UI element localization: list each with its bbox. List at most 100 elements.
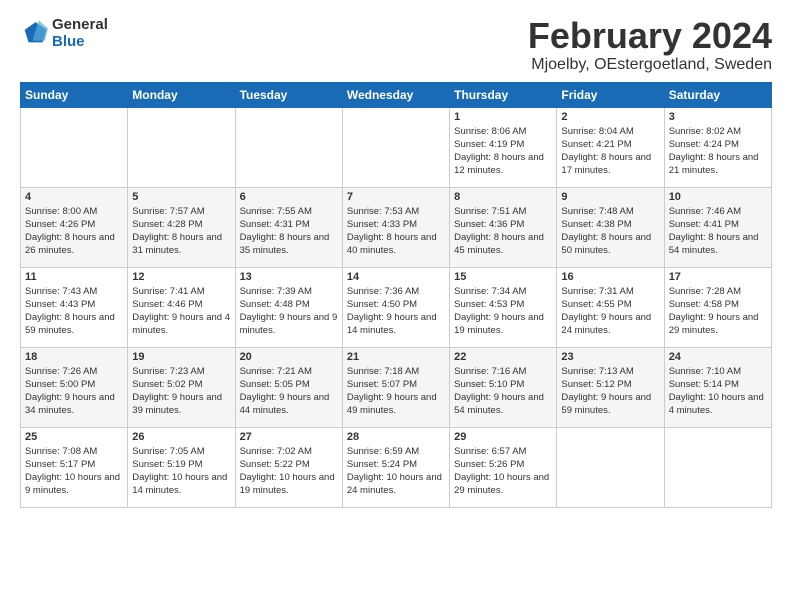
day-info: Sunrise: 8:00 AM Sunset: 4:26 PM Dayligh… xyxy=(25,205,123,258)
day-number: 23 xyxy=(561,351,659,363)
day-number: 2 xyxy=(561,111,659,123)
calendar-table: Sunday Monday Tuesday Wednesday Thursday… xyxy=(20,82,772,508)
day-info: Sunrise: 6:57 AM Sunset: 5:26 PM Dayligh… xyxy=(454,445,552,498)
cell-w4-d2: 20 Sunrise: 7:21 AM Sunset: 5:05 PM Dayli… xyxy=(235,347,342,427)
day-number: 14 xyxy=(347,271,445,283)
day-number: 9 xyxy=(561,191,659,203)
day-number: 11 xyxy=(25,271,123,283)
cell-w2-d3: 7Sunrise: 7:53 AM Sunset: 4:33 PM Daylig… xyxy=(342,187,449,267)
cell-w5-d0: 25 Sunrise: 7:08 AM Sunset: 5:17 PM Dayli… xyxy=(21,427,128,507)
day-number: 16 xyxy=(561,271,659,283)
cell-w4-d4: 22 Sunrise: 7:16 AM Sunset: 5:10 PM Dayli… xyxy=(450,347,557,427)
cell-w2-d1: 5 Sunrise: 7:57 AM Sunset: 4:28 PM Daylig… xyxy=(128,187,235,267)
day-info: Sunrise: 7:28 AM Sunset: 4:58 PM Dayligh… xyxy=(669,285,767,338)
cell-w1-d4: 1 Sunrise: 8:06 AM Sunset: 4:19 PM Daylig… xyxy=(450,107,557,187)
day-number: 15 xyxy=(454,271,552,283)
day-number: 24 xyxy=(669,351,767,363)
header-sunday: Sunday xyxy=(21,82,128,107)
cell-w5-d4: 29 Sunrise: 6:57 AM Sunset: 5:26 PM Dayli… xyxy=(450,427,557,507)
month-title: February 2024 xyxy=(528,16,772,56)
day-number: 4 xyxy=(25,191,123,203)
logo-blue: Blue xyxy=(52,33,108,50)
cell-w4-d5: 23 Sunrise: 7:13 AM Sunset: 5:12 PM Dayli… xyxy=(557,347,664,427)
cell-w1-d6: 3Sunrise: 8:02 AM Sunset: 4:24 PM Daylig… xyxy=(664,107,771,187)
day-info: Sunrise: 7:18 AM Sunset: 5:07 PM Dayligh… xyxy=(347,365,445,418)
day-info: Sunrise: 7:41 AM Sunset: 4:46 PM Dayligh… xyxy=(132,285,230,338)
day-info: Sunrise: 6:59 AM Sunset: 5:24 PM Dayligh… xyxy=(347,445,445,498)
week-row-5: 25 Sunrise: 7:08 AM Sunset: 5:17 PM Dayli… xyxy=(21,427,772,507)
header-thursday: Thursday xyxy=(450,82,557,107)
day-number: 25 xyxy=(25,431,123,443)
day-number: 21 xyxy=(347,351,445,363)
day-info: Sunrise: 7:43 AM Sunset: 4:43 PM Dayligh… xyxy=(25,285,123,338)
week-row-3: 11 Sunrise: 7:43 AM Sunset: 4:43 PM Dayli… xyxy=(21,267,772,347)
header-saturday: Saturday xyxy=(664,82,771,107)
day-number: 28 xyxy=(347,431,445,443)
logo-icon xyxy=(20,19,48,47)
day-number: 8 xyxy=(454,191,552,203)
cell-w3-d1: 12 Sunrise: 7:41 AM Sunset: 4:46 PM Dayli… xyxy=(128,267,235,347)
day-number: 5 xyxy=(132,191,230,203)
day-info: Sunrise: 8:04 AM Sunset: 4:21 PM Dayligh… xyxy=(561,125,659,178)
day-number: 17 xyxy=(669,271,767,283)
day-info: Sunrise: 7:08 AM Sunset: 5:17 PM Dayligh… xyxy=(25,445,123,498)
header-section: General Blue February 2024 Mjoelby, OEst… xyxy=(20,16,772,74)
logo-text: General Blue xyxy=(52,16,108,50)
day-number: 19 xyxy=(132,351,230,363)
cell-w4-d0: 18 Sunrise: 7:26 AM Sunset: 5:00 PM Dayli… xyxy=(21,347,128,427)
day-number: 29 xyxy=(454,431,552,443)
day-number: 6 xyxy=(240,191,338,203)
logo: General Blue xyxy=(20,16,108,50)
day-number: 18 xyxy=(25,351,123,363)
day-number: 13 xyxy=(240,271,338,283)
day-number: 22 xyxy=(454,351,552,363)
cell-w5-d6 xyxy=(664,427,771,507)
day-number: 1 xyxy=(454,111,552,123)
day-info: Sunrise: 7:57 AM Sunset: 4:28 PM Dayligh… xyxy=(132,205,230,258)
day-info: Sunrise: 7:10 AM Sunset: 5:14 PM Dayligh… xyxy=(669,365,767,418)
cell-w1-d0 xyxy=(21,107,128,187)
cell-w3-d4: 15 Sunrise: 7:34 AM Sunset: 4:53 PM Dayli… xyxy=(450,267,557,347)
cell-w5-d1: 26 Sunrise: 7:05 AM Sunset: 5:19 PM Dayli… xyxy=(128,427,235,507)
cell-w3-d5: 16Sunrise: 7:31 AM Sunset: 4:55 PM Dayli… xyxy=(557,267,664,347)
week-row-2: 4 Sunrise: 8:00 AM Sunset: 4:26 PM Daylig… xyxy=(21,187,772,267)
cell-w2-d6: 10Sunrise: 7:46 AM Sunset: 4:41 PM Dayli… xyxy=(664,187,771,267)
header-friday: Friday xyxy=(557,82,664,107)
day-info: Sunrise: 7:26 AM Sunset: 5:00 PM Dayligh… xyxy=(25,365,123,418)
cell-w3-d6: 17 Sunrise: 7:28 AM Sunset: 4:58 PM Dayli… xyxy=(664,267,771,347)
cell-w5-d2: 27Sunrise: 7:02 AM Sunset: 5:22 PM Dayli… xyxy=(235,427,342,507)
cell-w2-d0: 4 Sunrise: 8:00 AM Sunset: 4:26 PM Daylig… xyxy=(21,187,128,267)
cell-w5-d3: 28 Sunrise: 6:59 AM Sunset: 5:24 PM Dayli… xyxy=(342,427,449,507)
day-info: Sunrise: 7:51 AM Sunset: 4:36 PM Dayligh… xyxy=(454,205,552,258)
day-info: Sunrise: 8:06 AM Sunset: 4:19 PM Dayligh… xyxy=(454,125,552,178)
day-info: Sunrise: 7:36 AM Sunset: 4:50 PM Dayligh… xyxy=(347,285,445,338)
day-info: Sunrise: 7:34 AM Sunset: 4:53 PM Dayligh… xyxy=(454,285,552,338)
day-number: 20 xyxy=(240,351,338,363)
cell-w3-d2: 13 Sunrise: 7:39 AM Sunset: 4:48 PM Dayli… xyxy=(235,267,342,347)
week-row-4: 18 Sunrise: 7:26 AM Sunset: 5:00 PM Dayli… xyxy=(21,347,772,427)
week-row-1: 1 Sunrise: 8:06 AM Sunset: 4:19 PM Daylig… xyxy=(21,107,772,187)
day-number: 12 xyxy=(132,271,230,283)
logo-general: General xyxy=(52,16,108,33)
cell-w1-d5: 2 Sunrise: 8:04 AM Sunset: 4:21 PM Daylig… xyxy=(557,107,664,187)
day-info: Sunrise: 7:53 AM Sunset: 4:33 PM Dayligh… xyxy=(347,205,445,258)
day-info: Sunrise: 8:02 AM Sunset: 4:24 PM Dayligh… xyxy=(669,125,767,178)
day-info: Sunrise: 7:39 AM Sunset: 4:48 PM Dayligh… xyxy=(240,285,338,338)
page: General Blue February 2024 Mjoelby, OEst… xyxy=(0,0,792,518)
header-tuesday: Tuesday xyxy=(235,82,342,107)
day-number: 26 xyxy=(132,431,230,443)
header-wednesday: Wednesday xyxy=(342,82,449,107)
day-number: 27 xyxy=(240,431,338,443)
day-info: Sunrise: 7:16 AM Sunset: 5:10 PM Dayligh… xyxy=(454,365,552,418)
day-info: Sunrise: 7:21 AM Sunset: 5:05 PM Dayligh… xyxy=(240,365,338,418)
day-info: Sunrise: 7:55 AM Sunset: 4:31 PM Dayligh… xyxy=(240,205,338,258)
location-title: Mjoelby, OEstergoetland, Sweden xyxy=(528,56,772,74)
cell-w2-d2: 6 Sunrise: 7:55 AM Sunset: 4:31 PM Daylig… xyxy=(235,187,342,267)
day-info: Sunrise: 7:23 AM Sunset: 5:02 PM Dayligh… xyxy=(132,365,230,418)
cell-w3-d0: 11 Sunrise: 7:43 AM Sunset: 4:43 PM Dayli… xyxy=(21,267,128,347)
title-section: February 2024 Mjoelby, OEstergoetland, S… xyxy=(528,16,772,74)
day-info: Sunrise: 7:05 AM Sunset: 5:19 PM Dayligh… xyxy=(132,445,230,498)
day-info: Sunrise: 7:46 AM Sunset: 4:41 PM Dayligh… xyxy=(669,205,767,258)
day-info: Sunrise: 7:13 AM Sunset: 5:12 PM Dayligh… xyxy=(561,365,659,418)
cell-w2-d4: 8 Sunrise: 7:51 AM Sunset: 4:36 PM Daylig… xyxy=(450,187,557,267)
